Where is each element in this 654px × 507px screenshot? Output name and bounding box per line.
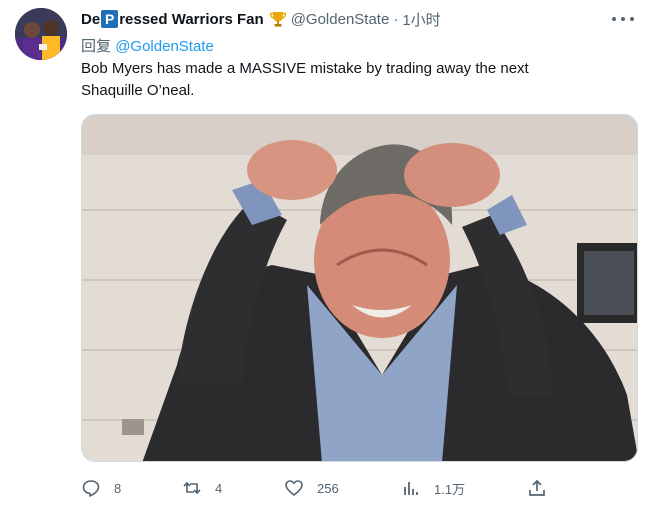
share-button[interactable] — [527, 476, 547, 500]
tweet-text-line: Bob Myers has made a MASSIVE mistake by … — [81, 60, 529, 77]
action-bar: 8 4 256 1.1万 — [81, 476, 561, 500]
tweet[interactable]: De P ressed Warriors Fan @GoldenState · … — [0, 0, 654, 507]
views-count: 1.1万 — [434, 481, 466, 497]
trophy-icon — [269, 10, 287, 28]
share-icon — [529, 479, 545, 496]
tweet-text-line: Shaquille O’neal. — [81, 82, 195, 99]
timestamp[interactable]: 1小时 — [402, 9, 440, 30]
views-button[interactable]: 1.1万 — [401, 476, 465, 500]
retweet-count: 4 — [215, 480, 223, 496]
retweet-button[interactable]: 4 — [182, 476, 222, 500]
parking-p-badge: P — [101, 10, 119, 28]
reply-prefix: 回复 — [81, 38, 112, 55]
display-name[interactable]: De P ressed Warriors Fan — [81, 10, 287, 28]
display-name-start: De — [81, 10, 101, 28]
reply-icon — [82, 480, 100, 497]
tweet-header: De P ressed Warriors Fan @GoldenState · … — [81, 8, 441, 30]
avatar[interactable] — [15, 8, 67, 60]
tweet-image[interactable] — [81, 114, 638, 462]
like-button[interactable]: 256 — [284, 476, 339, 500]
retweet-icon — [183, 481, 201, 495]
tweet-text: Bob Myers has made a MASSIVE mistake by … — [81, 58, 621, 102]
heart-icon — [285, 480, 303, 496]
image-photo — [82, 115, 637, 461]
views-chart-icon — [404, 482, 418, 495]
separator-dot: · — [393, 10, 399, 28]
more-options-icon[interactable] — [612, 12, 634, 26]
reply-count: 8 — [114, 480, 122, 496]
like-count: 256 — [317, 480, 339, 496]
replying-to: 回复 @GoldenState — [81, 35, 214, 56]
reply-button[interactable]: 8 — [81, 476, 121, 500]
display-name-end: ressed Warriors Fan — [119, 10, 264, 28]
reply-handle-link[interactable]: @GoldenState — [115, 38, 214, 55]
author-handle[interactable]: @GoldenState — [291, 11, 390, 28]
